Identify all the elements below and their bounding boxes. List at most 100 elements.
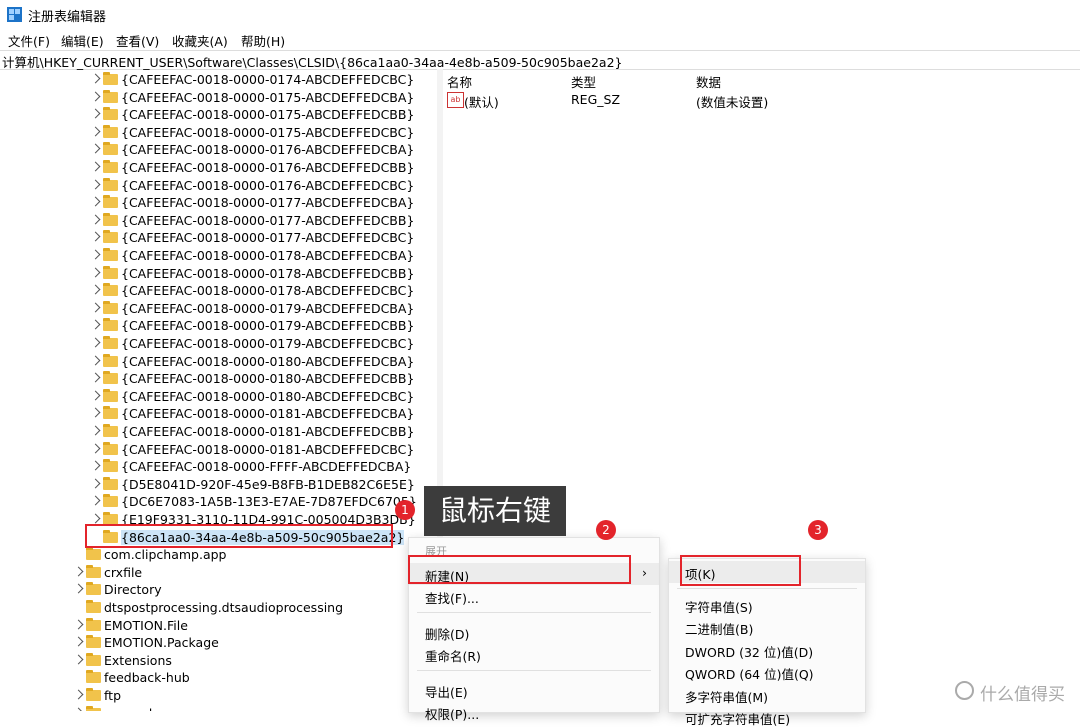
chevron-right-icon[interactable] xyxy=(90,390,101,401)
chevron-right-icon[interactable] xyxy=(73,583,84,594)
folder-icon xyxy=(103,248,118,261)
chevron-right-icon[interactable] xyxy=(90,91,101,102)
chevron-right-icon[interactable] xyxy=(90,495,101,506)
folder-icon xyxy=(103,441,118,455)
value-name[interactable]: (默认) xyxy=(464,92,499,111)
chevron-right-icon[interactable] xyxy=(90,443,101,454)
chevron-right-icon[interactable] xyxy=(73,636,84,647)
tree-node-label: {CAFEEFAC-0018-0000-0175-ABCDEFFEDCBA} xyxy=(121,89,415,105)
folder-icon xyxy=(86,688,101,701)
chevron-right-icon[interactable] xyxy=(73,689,84,700)
folder-icon xyxy=(103,424,118,437)
tree-node-label: {CAFEEFAC-0018-0000-0180-ABCDEFFEDCBC} xyxy=(121,388,415,404)
context_menu-item[interactable]: 重命名(R) xyxy=(409,643,659,665)
chevron-right-icon[interactable] xyxy=(90,372,101,383)
menu-separator xyxy=(677,587,857,589)
chevron-right-icon[interactable] xyxy=(90,267,101,278)
tree-node-label: EMOTION.Package xyxy=(104,635,219,651)
chevron-right-icon[interactable] xyxy=(90,161,101,172)
tree-node-label: {CAFEEFAC-0018-0000-0178-ABCDEFFEDCBA} xyxy=(121,248,415,263)
context_menu-item-label: 权限(P)... xyxy=(425,707,480,722)
chevron-right-icon[interactable] xyxy=(73,707,84,711)
tree-node-label: {CAFEEFAC-0018-0000-0178-ABCDEFFEDCBB} xyxy=(121,265,415,281)
column-header-data[interactable]: 数据 xyxy=(696,72,721,91)
menu-edit[interactable]: 编辑(E) xyxy=(61,31,104,50)
chevron-right-icon[interactable] xyxy=(90,284,101,295)
chevron-right-icon[interactable] xyxy=(90,355,101,366)
folder-icon xyxy=(103,195,118,209)
chevron-right-icon[interactable] xyxy=(90,143,101,154)
chevron-right-icon[interactable] xyxy=(73,654,84,665)
chevron-right-icon[interactable] xyxy=(90,196,101,207)
highlight-new-item xyxy=(408,555,631,584)
chevron-right-icon[interactable] xyxy=(73,566,84,577)
folder-icon xyxy=(86,705,101,711)
folder-icon xyxy=(103,353,118,367)
chevron-right-icon[interactable] xyxy=(90,460,101,471)
chevron-right-icon[interactable] xyxy=(90,126,101,137)
menu-separator xyxy=(417,669,651,671)
context_menu-item-label: 导出(E) xyxy=(425,684,468,700)
tree-node-label: {CAFEEFAC-0018-0000-0176-ABCDEFFEDCBC} xyxy=(121,177,415,193)
submenu-item[interactable]: 字符串值(S) xyxy=(669,594,865,616)
context_menu-item-label: 删除(D) xyxy=(425,626,470,642)
tree-node-label: {CAFEEFAC-0018-0000-0180-ABCDEFFEDCBB} xyxy=(121,371,415,387)
submenu-item-label: DWORD (32 位)值(D) xyxy=(685,644,814,660)
submenu-item[interactable]: 二进制值(B) xyxy=(669,616,865,638)
chevron-right-icon[interactable] xyxy=(90,425,101,436)
context_menu-item[interactable]: 查找(F)... xyxy=(409,585,659,607)
folder-icon xyxy=(103,336,118,349)
chevron-right-icon[interactable] xyxy=(90,337,101,348)
chevron-right-icon[interactable] xyxy=(90,73,101,84)
tree-node-label: {CAFEEFAC-0018-0000-0176-ABCDEFFEDCBA} xyxy=(121,142,415,158)
submenu-item-label: 字符串值(S) xyxy=(685,599,753,615)
column-header-name[interactable]: 名称 xyxy=(447,72,472,91)
context_menu-item-label: 重命名(R) xyxy=(425,649,481,664)
folder-icon xyxy=(103,107,118,121)
submenu-item[interactable]: QWORD (64 位)值(Q) xyxy=(669,661,865,683)
submenu-item[interactable]: 可扩充字符串值(E) xyxy=(669,706,865,728)
chevron-right-icon[interactable] xyxy=(73,619,84,630)
tree-node-label: {CAFEEFAC-0018-0000-FFFF-ABCDEFFEDCBA} xyxy=(121,459,412,475)
folder-icon xyxy=(86,652,101,666)
watermark-logo-icon xyxy=(955,681,974,700)
submenu-item[interactable]: DWORD (32 位)值(D) xyxy=(669,639,865,661)
tree-node-label: ftp xyxy=(104,688,122,703)
folder-icon xyxy=(103,388,118,402)
tree-node-label: {CAFEEFAC-0018-0000-0178-ABCDEFFEDCBC} xyxy=(121,283,415,299)
chevron-right-icon[interactable] xyxy=(90,231,101,242)
menu-file[interactable]: 文件(F) xyxy=(8,31,50,50)
context_menu-item[interactable]: 导出(E) xyxy=(409,679,659,701)
folder-icon xyxy=(103,283,118,297)
chevron-right-icon[interactable] xyxy=(90,249,101,260)
folder-icon xyxy=(103,459,118,473)
folder-icon xyxy=(86,617,101,631)
tree-node-label: {CAFEEFAC-0018-0000-0179-ABCDEFFEDCBC} xyxy=(121,336,415,351)
chevron-right-icon[interactable] xyxy=(90,513,101,524)
tree-node-label: {CAFEEFAC-0018-0000-0179-ABCDEFFEDCBA} xyxy=(121,300,415,316)
menu-view[interactable]: 查看(V) xyxy=(116,31,159,50)
chevron-right-icon[interactable] xyxy=(90,214,101,225)
context_menu-item[interactable]: 删除(D) xyxy=(409,621,659,643)
submenu-item[interactable]: 多字符串值(M) xyxy=(669,684,865,706)
menu-favorites[interactable]: 收藏夹(A) xyxy=(172,31,228,50)
menu-separator xyxy=(417,611,651,613)
chevron-right-icon[interactable] xyxy=(90,302,101,313)
folder-icon xyxy=(86,582,101,596)
tree-node-label: {CAFEEFAC-0018-0000-0174-ABCDEFFEDCBC} xyxy=(121,72,415,87)
registry-key-tree[interactable]: {CAFEEFAC-0018-0000-0174-ABCDEFFEDCBC} {C… xyxy=(0,69,430,711)
context_menu-item[interactable]: 权限(P)... xyxy=(409,701,659,723)
tree-node-label: {D5E8041D-920F-45e9-B8FB-B1DEB82C6E5E} xyxy=(121,476,415,492)
context_menu-item-label: 查找(F)... xyxy=(425,591,479,606)
column-header-type[interactable]: 类型 xyxy=(571,72,596,91)
chevron-right-icon[interactable] xyxy=(90,319,101,330)
tree-node-label: {CAFEEFAC-0018-0000-0176-ABCDEFFEDCBB} xyxy=(121,160,415,175)
chevron-right-icon[interactable] xyxy=(90,478,101,489)
folder-icon xyxy=(103,318,118,332)
chevron-right-icon[interactable] xyxy=(90,179,101,190)
address-bar[interactable]: 计算机\HKEY_CURRENT_USER\Software\Classes\C… xyxy=(0,50,1080,70)
chevron-right-icon[interactable] xyxy=(90,108,101,119)
menu-help[interactable]: 帮助(H) xyxy=(241,31,285,50)
tree-node-label: {CAFEEFAC-0018-0000-0181-ABCDEFFEDCBC} xyxy=(121,441,415,457)
chevron-right-icon[interactable] xyxy=(90,407,101,418)
